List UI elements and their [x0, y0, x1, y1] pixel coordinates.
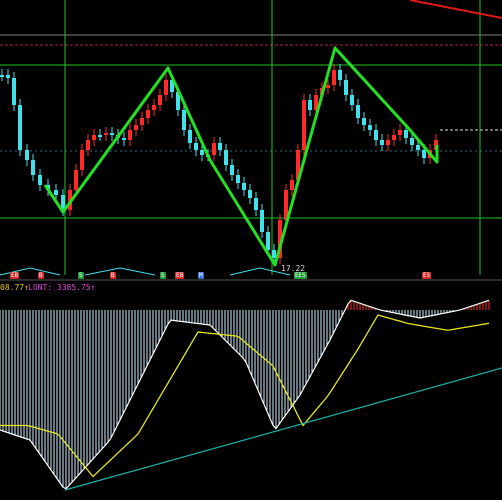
candle-body — [74, 170, 78, 190]
candle-body — [392, 135, 396, 140]
macd-line — [0, 299, 490, 490]
candle-body — [98, 135, 102, 137]
candle-body — [140, 118, 144, 125]
candle-body — [86, 140, 90, 150]
zigzag-pattern-line — [43, 46, 439, 267]
candle-body — [80, 150, 84, 170]
candle-body — [31, 160, 35, 175]
candle-body — [302, 100, 306, 150]
signal-line — [0, 314, 490, 478]
chevron-mark-2 — [84, 267, 156, 276]
candle-body — [212, 143, 216, 155]
candle-body — [362, 118, 366, 125]
candle-body — [416, 145, 420, 150]
candle-body — [368, 125, 372, 130]
candle-body — [6, 75, 10, 78]
trading-chart-window: 17.22 EB B S B S EB M EB S ES 08.77↑ LONT: 3385.7… — [0, 0, 502, 500]
candle-body — [104, 133, 108, 135]
candle-body — [92, 135, 96, 140]
red-trend-line — [409, 0, 502, 19]
candle-body — [158, 95, 162, 105]
candle-body — [380, 140, 384, 145]
candle-body — [38, 175, 42, 185]
candle-body — [0, 75, 4, 77]
candle-body — [122, 138, 126, 140]
candle-body — [236, 175, 240, 183]
indicator-value-left: 08.77↑ — [0, 283, 29, 292]
candle-body — [266, 232, 270, 250]
candle-body — [12, 78, 16, 105]
candle-body — [272, 250, 276, 258]
candle-body — [308, 100, 312, 110]
candle-body — [404, 130, 408, 138]
candle-body — [218, 143, 222, 150]
candle-body — [410, 138, 414, 145]
candle-body — [18, 105, 22, 150]
candle-body — [386, 140, 390, 145]
candle-body — [194, 143, 198, 150]
signal-marker-8[interactable]: S — [301, 272, 307, 279]
candle-body — [356, 105, 360, 118]
candle-body — [152, 105, 156, 110]
candle-body — [350, 95, 354, 105]
candle-body — [398, 130, 402, 135]
candle-body — [290, 180, 294, 190]
candle-body — [128, 130, 132, 140]
candle-body — [422, 150, 426, 158]
candle-body — [146, 110, 150, 118]
signal-marker-2[interactable]: S — [78, 272, 84, 279]
candle-body — [344, 80, 348, 95]
candle-body — [332, 70, 336, 85]
signal-marker-5[interactable]: EB — [175, 272, 185, 279]
signal-marker-1[interactable]: B — [38, 272, 44, 279]
signal-marker-4[interactable]: S — [160, 272, 166, 279]
candle-body — [260, 210, 264, 232]
candle-body — [134, 125, 138, 130]
candle-body — [224, 150, 228, 165]
signal-marker-3[interactable]: B — [110, 272, 116, 279]
candle-body — [248, 190, 252, 198]
candle-body — [182, 110, 186, 130]
signal-marker-0[interactable]: EB — [10, 272, 20, 279]
signal-marker-6[interactable]: M — [198, 272, 204, 279]
chart-canvas[interactable] — [0, 0, 502, 500]
indicator-long-label: LONT: 3385.75↑ — [28, 283, 96, 292]
candle-body — [242, 183, 246, 190]
candle-body — [338, 70, 342, 80]
signal-marker-9[interactable]: ES — [422, 272, 432, 279]
candle-body — [164, 80, 168, 95]
candle-body — [188, 130, 192, 143]
candle-body — [230, 165, 234, 175]
candle-body — [110, 133, 114, 135]
candle-body — [326, 85, 330, 88]
candle-body — [54, 190, 58, 195]
candle-body — [374, 130, 378, 140]
chevron-mark-1 — [0, 267, 61, 276]
candle-body — [25, 150, 29, 160]
candle-body — [200, 150, 204, 155]
candle-body — [254, 198, 258, 210]
